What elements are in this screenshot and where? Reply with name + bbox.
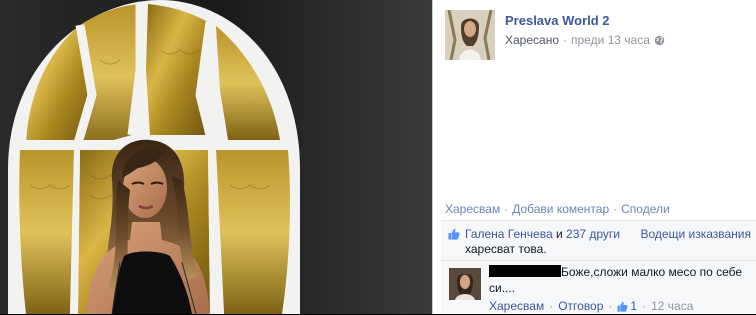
meta-separator: ·	[563, 33, 567, 47]
liked-status: Харесано	[505, 33, 559, 47]
commenter-avatar[interactable]	[449, 268, 481, 300]
share-button[interactable]: Сподели	[621, 202, 670, 216]
photo[interactable]	[0, 0, 432, 314]
others-link[interactable]: 237 други	[566, 227, 620, 241]
comment-action-separator: ·	[608, 299, 613, 313]
comment-action-separator: ·	[549, 299, 554, 313]
post-timestamp[interactable]: преди 13 часа	[571, 33, 650, 47]
post-header: Preslava World 2 Харесано · преди 13 час…	[445, 10, 665, 60]
comment-item: Боже,сложи малко месо по себе си.... Хар…	[441, 261, 756, 315]
comment-actions: Харесвам · Отговор · 1 · 12 часа	[489, 299, 693, 313]
thumbs-up-icon	[617, 301, 629, 312]
author-name[interactable]: Preslava World 2	[505, 13, 665, 28]
top-comments-link[interactable]: Водещи изказвания	[640, 227, 751, 241]
comment-action-separator: ·	[642, 299, 647, 313]
comment-text-container: Боже,сложи малко месо по себе си....	[489, 264, 747, 296]
globe-icon[interactable]	[654, 35, 665, 46]
photo-stage[interactable]	[0, 0, 432, 314]
comment-text: Боже,сложи малко месо по себе си....	[489, 265, 743, 295]
comment-like-button[interactable]: Харесвам	[489, 299, 544, 313]
feedback-box: Галена Генчева и 237 други харесват това…	[441, 220, 756, 314]
likes-text: Галена Генчева и 237 други харесват това…	[465, 227, 635, 257]
like-button[interactable]: Харесвам	[445, 202, 500, 216]
likes-suffix: харесват това.	[465, 242, 547, 256]
post-meta: Харесано · преди 13 часа	[505, 33, 665, 47]
comment-timestamp[interactable]: 12 часа	[651, 299, 693, 313]
post-actions: Харесвам · Добави коментар · Сподели	[445, 202, 670, 216]
add-comment-button[interactable]: Добави коментар	[512, 202, 609, 216]
comment-reply-button[interactable]: Отговор	[558, 299, 603, 313]
action-separator: ·	[613, 202, 618, 216]
author-avatar[interactable]	[445, 10, 495, 60]
liker-name-link[interactable]: Галена Генчева	[465, 227, 553, 241]
comment-like-count[interactable]: 1	[630, 299, 637, 313]
photo-viewer: Preslava World 2 Харесано · преди 13 час…	[0, 0, 756, 314]
likes-summary: Галена Генчева и 237 други харесват това…	[441, 221, 756, 261]
action-separator: ·	[504, 202, 509, 216]
thumbs-up-icon	[448, 228, 460, 240]
post-details-panel: Preslava World 2 Харесано · преди 13 час…	[432, 0, 756, 314]
likes-joiner: и	[552, 227, 567, 241]
